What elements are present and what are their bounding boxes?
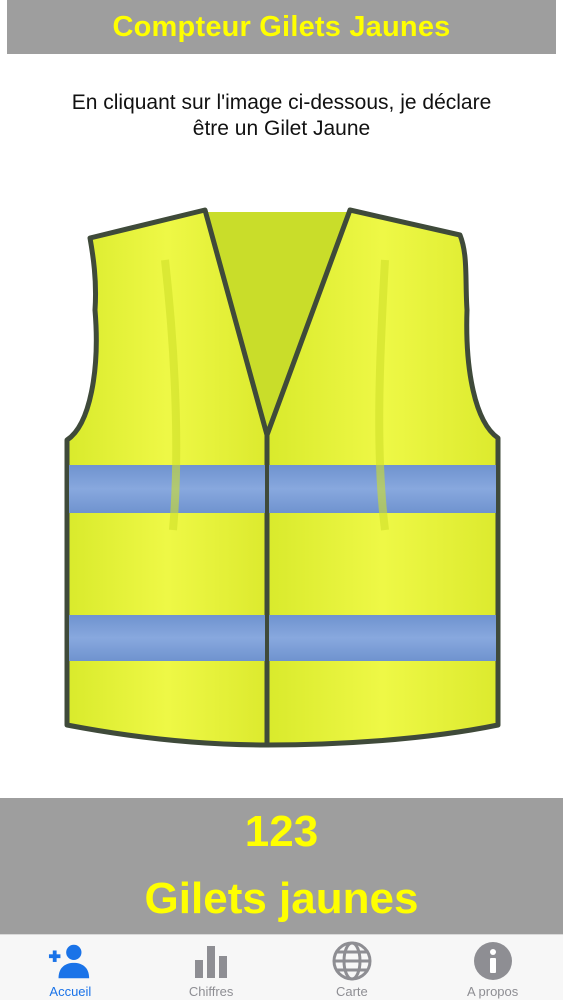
title-bar: Compteur Gilets Jaunes bbox=[7, 0, 556, 54]
tab-accueil[interactable]: Accueil bbox=[0, 935, 141, 1000]
info-icon bbox=[471, 941, 515, 981]
instruction-line-2: être un Gilet Jaune bbox=[192, 117, 371, 140]
tab-label: Chiffres bbox=[188, 984, 234, 999]
instruction-line-1: En cliquant sur l'image ci-dessous, je d… bbox=[71, 91, 492, 114]
tab-label: Carte bbox=[335, 984, 368, 999]
tab-carte[interactable]: Carte bbox=[282, 935, 423, 1000]
add-user-icon bbox=[48, 941, 92, 981]
yellow-vest-button[interactable] bbox=[55, 200, 510, 760]
counter-label: Gilets jaunes bbox=[144, 874, 419, 923]
app-screen: Compteur Gilets Jaunes En cliquant sur l… bbox=[0, 0, 563, 1000]
yellow-safety-vest-icon bbox=[64, 207, 501, 748]
tab-chiffres[interactable]: Chiffres bbox=[141, 935, 282, 1000]
page-title: Compteur Gilets Jaunes bbox=[112, 10, 451, 43]
tab-label: Accueil bbox=[49, 984, 92, 999]
counter-value: 123 bbox=[244, 807, 319, 856]
tab-label: A propos bbox=[466, 984, 519, 999]
tab-bar: Accueil Chiffres Carte A propos bbox=[0, 934, 563, 1000]
bar-chart-icon bbox=[189, 941, 233, 981]
counter-panel: 123 Gilets jaunes bbox=[0, 798, 563, 934]
tab-a-propos[interactable]: A propos bbox=[422, 935, 563, 1000]
globe-icon bbox=[330, 941, 374, 981]
instruction-text: En cliquant sur l'image ci-dessous, je d… bbox=[20, 90, 543, 142]
